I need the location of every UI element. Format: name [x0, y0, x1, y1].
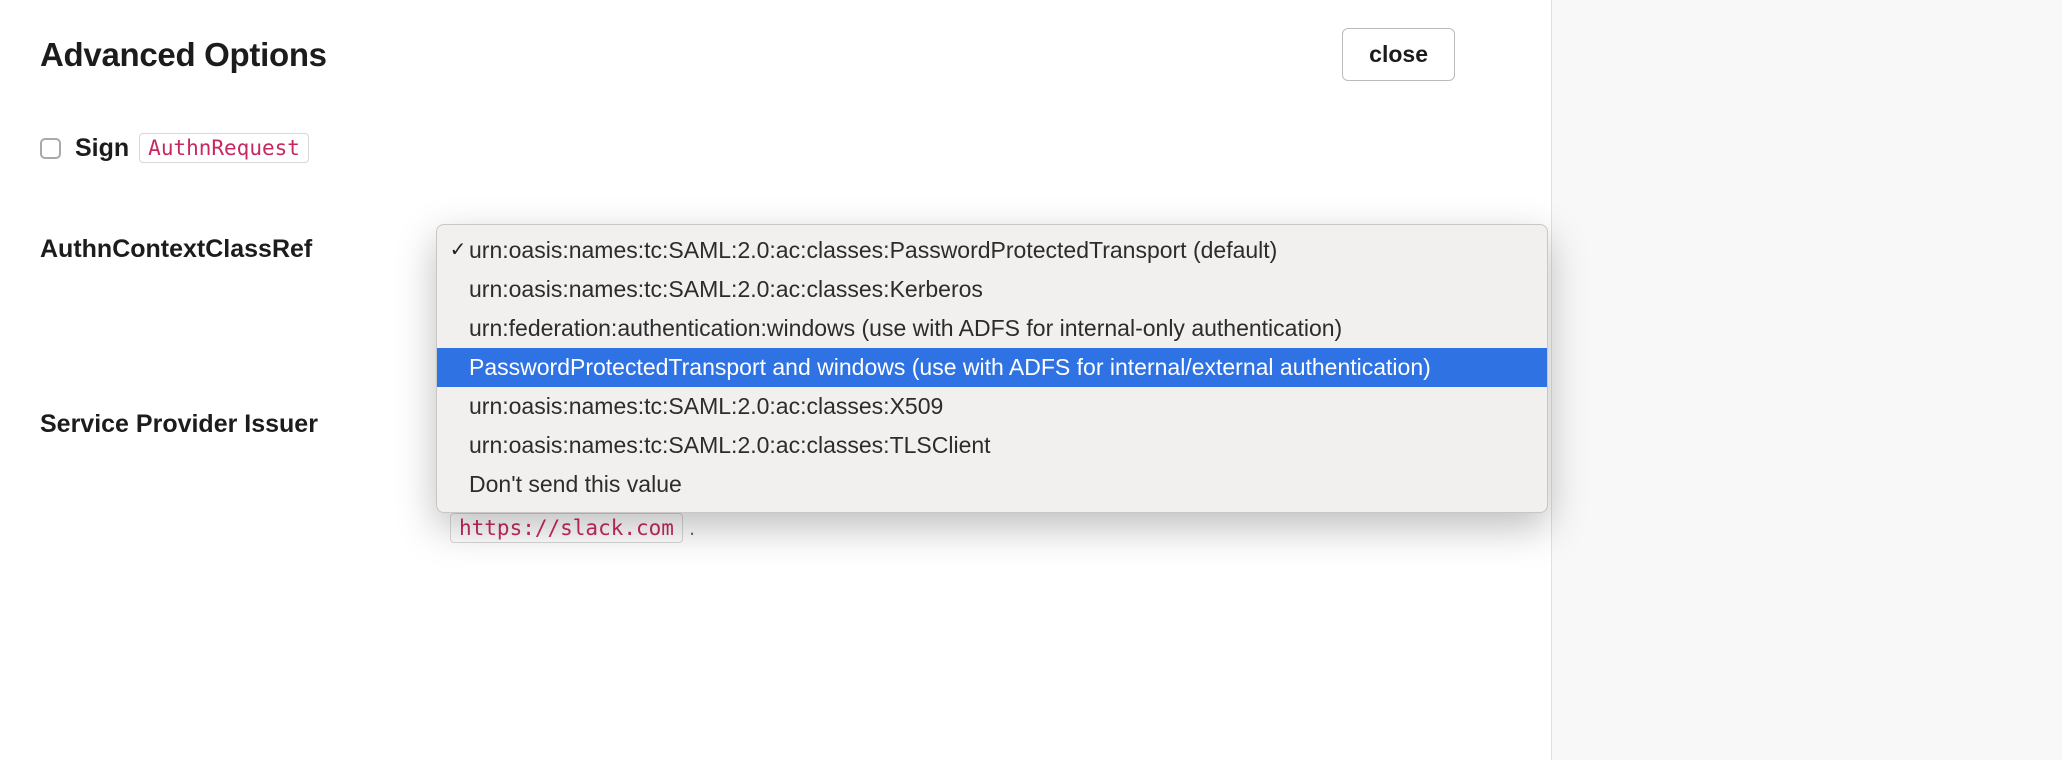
authn-context-option[interactable]: PasswordProtectedTransport and windows (… [437, 348, 1547, 387]
authn-context-option[interactable]: urn:federation:authentication:windows (u… [437, 309, 1547, 348]
sp-issuer-default-code: https://slack.com [450, 513, 683, 543]
option-text: urn:oasis:names:tc:SAML:2.0:ac:classes:T… [469, 429, 1529, 462]
right-rail [1551, 0, 2062, 760]
option-text: urn:oasis:names:tc:SAML:2.0:ac:classes:K… [469, 273, 1529, 306]
sign-code: AuthnRequest [139, 133, 309, 163]
option-text: PasswordProtectedTransport and windows (… [469, 351, 1529, 384]
authn-context-dropdown[interactable]: ✓urn:oasis:names:tc:SAML:2.0:ac:classes:… [436, 224, 1548, 513]
authn-context-option[interactable]: urn:oasis:names:tc:SAML:2.0:ac:classes:K… [437, 270, 1547, 309]
checkmark-icon: ✓ [447, 234, 469, 267]
authn-context-option[interactable]: ✓urn:oasis:names:tc:SAML:2.0:ac:classes:… [437, 231, 1547, 270]
sp-issuer-label: Service Provider Issuer [40, 408, 450, 439]
authn-context-option[interactable]: urn:oasis:names:tc:SAML:2.0:ac:classes:T… [437, 426, 1547, 465]
sign-authnrequest-checkbox[interactable] [40, 138, 61, 159]
option-text: Don't send this value [469, 468, 1529, 501]
option-text: urn:federation:authentication:windows (u… [469, 312, 1529, 345]
authn-context-option[interactable]: Don't send this value [437, 465, 1547, 504]
sp-issuer-helper-suffix: . [689, 515, 695, 541]
authn-context-label: AuthnContextClassRef [40, 233, 450, 279]
authn-context-option[interactable]: urn:oasis:names:tc:SAML:2.0:ac:classes:X… [437, 387, 1547, 426]
close-button[interactable]: close [1342, 28, 1455, 81]
option-text: urn:oasis:names:tc:SAML:2.0:ac:classes:X… [469, 390, 1529, 423]
section-title: Advanced Options [40, 36, 327, 74]
option-text: urn:oasis:names:tc:SAML:2.0:ac:classes:P… [469, 234, 1529, 267]
sign-label: Sign [75, 134, 129, 163]
